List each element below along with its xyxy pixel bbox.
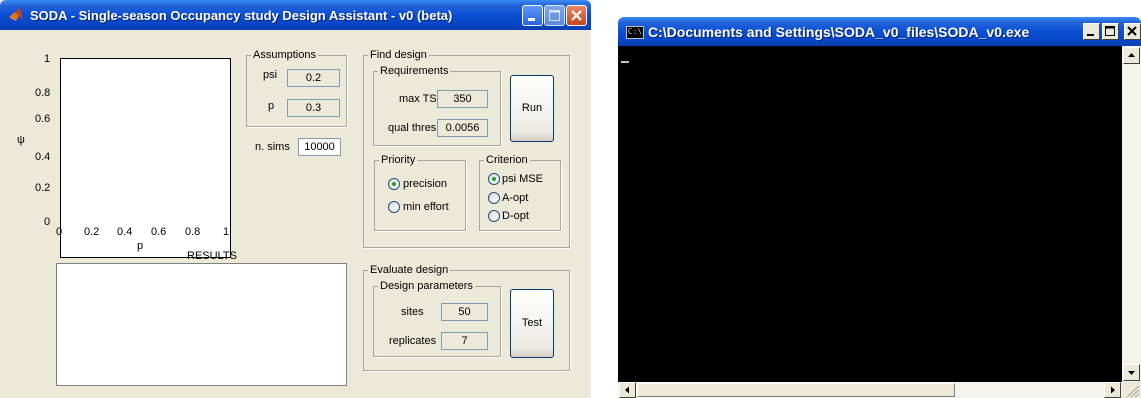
results-label: RESULTS — [187, 250, 237, 262]
scroll-right-button[interactable] — [1104, 382, 1121, 398]
design-parameters-legend: Design parameters — [380, 280, 473, 292]
scroll-left-button[interactable] — [619, 382, 636, 398]
y-tick-label: 0 — [44, 216, 51, 228]
arrow-down-icon — [1128, 371, 1135, 375]
close-button[interactable] — [566, 5, 587, 26]
max-ts-input[interactable]: 350 — [437, 90, 488, 108]
y-tick-label: 1 — [44, 53, 51, 65]
soda-titlebar[interactable]: SODA - Single-season Occupancy study Des… — [0, 0, 591, 30]
matlab-logo-icon — [9, 8, 23, 21]
y-tick-label: 0.8 — [35, 87, 51, 99]
sites-input[interactable]: 50 — [441, 303, 488, 321]
p-input[interactable]: 0.3 — [287, 99, 340, 117]
vertical-scrollbar[interactable] — [1122, 46, 1141, 382]
criterion-d-opt-label[interactable]: D-opt — [502, 210, 529, 222]
x-tick-label: 0.4 — [117, 226, 133, 238]
x-tick-label: 0 — [56, 226, 63, 238]
y-tick-label: 0.6 — [35, 113, 51, 125]
priority-precision-label[interactable]: precision — [403, 178, 447, 190]
close-icon — [1127, 26, 1137, 36]
y-tick-label: 0.2 — [35, 182, 51, 194]
console-close-button[interactable] — [1124, 23, 1141, 40]
criterion-d-opt-radio[interactable] — [488, 210, 500, 222]
sites-label: sites — [401, 306, 424, 318]
x-tick-label: 0.6 — [151, 226, 167, 238]
console-window: C:\ C:\Documents and Settings\SODA_v0_fi… — [618, 17, 1141, 398]
requirements-legend: Requirements — [380, 65, 449, 77]
console-maximize-button[interactable] — [1102, 23, 1119, 40]
console-minimize-button[interactable] — [1083, 23, 1100, 40]
priority-min-effort-label[interactable]: min effort — [403, 201, 449, 213]
resize-grip[interactable] — [1122, 382, 1141, 398]
horizontal-scroll-thumb[interactable] — [637, 383, 955, 397]
command-prompt-icon: C:\ — [626, 26, 644, 39]
scroll-down-button[interactable] — [1123, 364, 1140, 381]
text-cursor — [621, 61, 629, 63]
maximize-icon — [1105, 26, 1115, 36]
soda-client-area: 1 0.8 0.6 0.4 0.2 0 ψ 0 0.2 0.4 0.6 0.8 … — [4, 30, 587, 398]
priority-precision-radio[interactable] — [388, 178, 400, 190]
console-output[interactable] — [618, 46, 1122, 382]
criterion-legend: Criterion — [486, 154, 528, 166]
qual-thres-input[interactable]: 0.0056 — [437, 119, 488, 137]
nsims-input[interactable]: 10000 — [298, 138, 341, 156]
evaluate-design-legend: Evaluate design — [370, 264, 449, 276]
maximize-button[interactable] — [544, 5, 565, 26]
max-ts-label: max TS — [399, 93, 437, 105]
criterion-a-opt-label[interactable]: A-opt — [502, 192, 528, 204]
minimize-icon — [528, 18, 535, 21]
psi-input[interactable]: 0.2 — [287, 69, 340, 87]
y-axis-label: ψ — [17, 134, 25, 146]
assumptions-legend: Assumptions — [253, 49, 316, 61]
console-title: C:\Documents and Settings\SODA_v0_files\… — [648, 24, 1030, 40]
priority-legend: Priority — [381, 154, 416, 166]
y-tick-label: 0.4 — [35, 151, 51, 163]
soda-title: SODA - Single-season Occupancy study Des… — [30, 8, 453, 23]
arrow-right-icon — [1111, 386, 1115, 394]
scroll-up-button[interactable] — [1123, 47, 1140, 64]
maximize-icon — [549, 10, 560, 21]
close-icon — [571, 10, 582, 21]
console-titlebar[interactable]: C:\ C:\Documents and Settings\SODA_v0_fi… — [618, 17, 1141, 46]
nsims-label: n. sims — [255, 141, 290, 153]
horizontal-scrollbar[interactable] — [618, 382, 1122, 398]
test-button[interactable]: Test — [510, 289, 554, 358]
soda-window: SODA - Single-season Occupancy study Des… — [0, 0, 591, 398]
x-axis-label: p — [137, 240, 144, 252]
priority-min-effort-radio[interactable] — [388, 201, 400, 213]
p-label: p — [268, 100, 275, 112]
arrow-left-icon — [625, 386, 629, 394]
x-tick-label: 0.2 — [84, 226, 100, 238]
minimize-button[interactable] — [522, 5, 543, 26]
minimize-icon — [1087, 34, 1094, 36]
x-tick-label: 1 — [223, 226, 230, 238]
psi-label: psi — [263, 69, 278, 81]
arrow-up-icon — [1128, 53, 1135, 57]
resize-grip-icon — [1126, 385, 1140, 398]
criterion-psi-mse-label[interactable]: psi MSE — [502, 173, 543, 185]
x-tick-label: 0.8 — [185, 226, 201, 238]
qual-thres-label: qual thres — [388, 122, 437, 134]
results-box — [56, 263, 347, 386]
run-button[interactable]: Run — [510, 75, 554, 142]
find-design-legend: Find design — [370, 49, 427, 61]
criterion-a-opt-radio[interactable] — [488, 192, 500, 204]
replicates-label: replicates — [389, 335, 437, 347]
replicates-input[interactable]: 7 — [441, 332, 488, 350]
criterion-psi-mse-radio[interactable] — [488, 173, 500, 185]
priority-group: Priority — [374, 154, 466, 231]
